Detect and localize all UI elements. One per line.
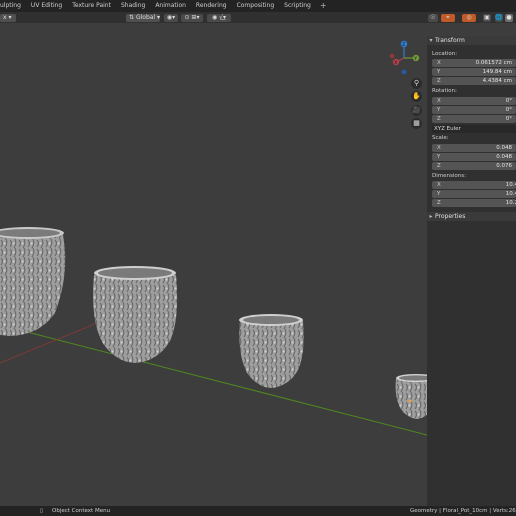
- rotation-z-field[interactable]: Z 0°: [432, 115, 516, 123]
- transform-panel-title: Transform: [435, 37, 465, 44]
- pivot-point-icon[interactable]: ◉▾: [164, 14, 178, 22]
- gizmo-y-label: Y: [413, 56, 417, 61]
- gizmo-z-label: Z: [402, 42, 405, 47]
- proportional-falloff-label: √͟: [219, 14, 223, 21]
- gizmo-neg-z-icon[interactable]: [401, 69, 407, 75]
- rotation-x-value: 0°: [505, 98, 512, 104]
- rotation-y-value: 0°: [505, 107, 512, 113]
- visibility-icon[interactable]: ☉: [428, 14, 438, 22]
- camera-icon[interactable]: 🎥: [411, 105, 422, 116]
- tab-scripting[interactable]: Scripting: [279, 0, 316, 12]
- properties-panel-header[interactable]: ▸ Properties: [427, 212, 516, 221]
- tab-rendering[interactable]: Rendering: [191, 0, 232, 12]
- context-menu-hint: Object Context Menu: [52, 508, 111, 514]
- 3d-viewport[interactable]: [0, 23, 437, 506]
- location-z-value: 4.4384 cm: [482, 78, 512, 84]
- location-y-field[interactable]: Y 149.84 cm: [432, 68, 516, 76]
- scale-label: Scale:: [432, 135, 449, 141]
- location-x-axis: X: [437, 60, 441, 66]
- dimensions-y-field[interactable]: Y 10.4: [432, 190, 516, 198]
- rotation-z-value: 0°: [505, 116, 512, 122]
- scale-x-axis: X: [437, 145, 441, 151]
- pot-large[interactable]: [0, 227, 66, 336]
- properties-panel-title: Properties: [435, 213, 466, 220]
- zoom-icon[interactable]: ⚲: [411, 78, 422, 89]
- gizmo-toggle-icon[interactable]: ⌖: [441, 14, 455, 22]
- dimensions-x-field[interactable]: X 10.4: [432, 181, 516, 189]
- dimensions-z-field[interactable]: Z 10.2: [432, 199, 516, 207]
- pot-small[interactable]: [239, 314, 304, 388]
- dimensions-label: Dimensions:: [432, 173, 466, 179]
- scale-z-value: 0.076: [496, 163, 512, 169]
- scale-z-field[interactable]: Z 0.076: [432, 162, 516, 170]
- scale-y-value: 0.048: [496, 154, 512, 160]
- rotation-y-field[interactable]: Y 0°: [432, 106, 516, 114]
- scale-y-field[interactable]: Y 0.048: [432, 153, 516, 161]
- location-z-axis: Z: [437, 78, 441, 84]
- viewport-header: [0, 12, 516, 23]
- tab-uv-editing[interactable]: UV Editing: [26, 0, 67, 12]
- location-x-value: 0.061572 cm: [475, 60, 512, 66]
- tab-compositing[interactable]: Compositing: [232, 0, 280, 12]
- orientation-gizmo[interactable]: Z Y X: [386, 38, 422, 76]
- scale-z-axis: Z: [437, 163, 441, 169]
- dimensions-y-axis: Y: [437, 191, 441, 197]
- gizmo-neg-x-icon[interactable]: [389, 53, 395, 59]
- location-y-value: 149.84 cm: [482, 69, 512, 75]
- location-label: Location:: [432, 51, 458, 57]
- location-y-axis: Y: [437, 69, 441, 75]
- dimensions-y-value: 10.4: [505, 191, 516, 197]
- rotation-label: Rotation:: [432, 88, 457, 94]
- hand-icon[interactable]: ✋: [411, 91, 422, 102]
- grid-icon[interactable]: ▦: [411, 118, 422, 129]
- pot-medium[interactable]: [93, 266, 178, 363]
- mouse-icon: ▯: [40, 508, 44, 514]
- scene-statistics: Geometry | Floral_Pot_10cm | Verts:263,4…: [410, 508, 516, 514]
- orientation-icon: ⇅: [129, 14, 135, 21]
- dimensions-z-value: 10.2: [505, 200, 516, 206]
- solid-shading-icon[interactable]: ●: [505, 14, 513, 22]
- chevron-down-icon: ▾: [429, 37, 433, 44]
- status-bar: ▯ Object Context Menu Geometry | Floral_…: [0, 506, 516, 516]
- dimensions-x-value: 10.4: [505, 182, 516, 188]
- scale-x-value: 0.048: [496, 145, 512, 151]
- snap-icon[interactable]: ⊙ ⊞▾: [181, 14, 203, 22]
- object-origin-icon: [408, 399, 412, 403]
- chevron-down-icon: ▾: [157, 14, 161, 21]
- chevron-right-icon: ▸: [429, 213, 433, 220]
- mode-dropdown-label: x: [3, 14, 7, 21]
- rotation-y-axis: Y: [437, 107, 441, 113]
- scale-x-field[interactable]: X 0.048: [432, 144, 516, 152]
- tab-texture-paint[interactable]: Texture Paint: [67, 0, 116, 12]
- dimensions-z-axis: Z: [437, 200, 441, 206]
- tab-shading[interactable]: Shading: [116, 0, 150, 12]
- mode-dropdown[interactable]: x ▾: [0, 14, 16, 22]
- rotation-x-field[interactable]: X 0°: [432, 97, 516, 105]
- location-x-field[interactable]: X 0.061572 cm: [432, 59, 516, 67]
- proportional-editing-icon[interactable]: ◉ √͟▾: [207, 14, 231, 22]
- tab-sculpting[interactable]: ulpting: [0, 0, 26, 12]
- workspace-tab-bar: ulpting UV Editing Texture Paint Shading…: [0, 0, 516, 12]
- gizmo-x-label: X: [394, 60, 397, 65]
- location-z-field[interactable]: Z 4.4384 cm: [432, 77, 516, 85]
- wireframe-shading-icon[interactable]: 🌐: [495, 14, 503, 22]
- dimensions-x-axis: X: [437, 182, 441, 188]
- rotation-mode-dropdown[interactable]: XYZ Euler: [432, 125, 516, 133]
- transform-panel-header[interactable]: ▾ Transform: [427, 36, 516, 45]
- transform-orientation-dropdown[interactable]: ⇅ Global ▾: [126, 14, 160, 22]
- rotation-x-axis: X: [437, 98, 441, 104]
- chevron-down-icon: ▾: [8, 14, 12, 21]
- tab-animation[interactable]: Animation: [150, 0, 191, 12]
- overlays-icon[interactable]: ◎: [462, 14, 476, 22]
- viewport-scene: [0, 227, 437, 436]
- y-axis-line: [0, 324, 428, 436]
- pot-tiny[interactable]: [395, 374, 437, 419]
- sidebar-panel: ▾ Transform Location: X 0.061572 cm Y 149.8…: [427, 36, 516, 506]
- xray-icon[interactable]: ▣: [483, 14, 491, 22]
- scale-y-axis: Y: [437, 154, 441, 160]
- add-workspace-button[interactable]: +: [316, 0, 331, 12]
- rotation-z-axis: Z: [437, 116, 441, 122]
- transform-orientation-label: Global: [135, 14, 156, 21]
